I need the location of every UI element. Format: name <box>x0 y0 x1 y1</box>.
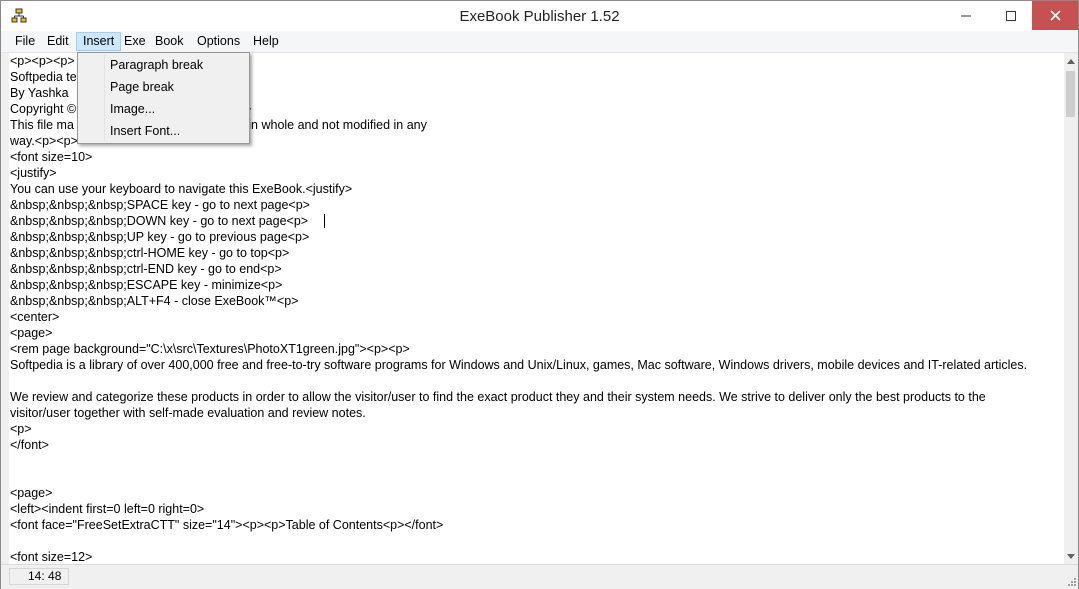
menu-file[interactable]: File <box>9 32 41 51</box>
editor-line: &nbsp;&nbsp;&nbsp;SPACE key - go to next… <box>10 198 310 212</box>
insert-paragraph-break[interactable]: Paragraph break <box>81 54 246 76</box>
insert-menu-dropdown: Paragraph break Page break Image... Inse… <box>77 52 250 144</box>
editor-line: <p> <box>10 422 32 436</box>
editor-line: <rem page background="C:\x\src\Textures\… <box>10 342 410 356</box>
editor-line: Softpedia te <box>10 70 77 84</box>
window-title: ExeBook Publisher 1.52 <box>459 8 620 25</box>
editor-line: <left><indent first=0 left=0 right=0> <box>10 502 205 516</box>
close-button[interactable] <box>1032 1 1078 30</box>
editor-line: way.<p><p> <box>10 134 78 148</box>
minimize-button[interactable] <box>943 1 988 30</box>
scroll-thumb[interactable] <box>1066 71 1075 117</box>
editor-line: <font size=12> <box>10 550 93 564</box>
editor-line: &nbsp;&nbsp;&nbsp;ALT+F4 - close ExeBook… <box>10 294 299 308</box>
menu-insert[interactable]: Insert <box>76 32 122 51</box>
text-caret <box>324 214 325 228</box>
editor-line: &nbsp;&nbsp;&nbsp;UP key - go to previou… <box>10 230 310 244</box>
maximize-button[interactable] <box>988 1 1033 30</box>
scroll-up-button[interactable] <box>1064 53 1078 69</box>
editor-line: <p><p><p> <box>10 54 75 68</box>
editor-line: </font> <box>10 438 49 452</box>
insert-page-break[interactable]: Page break <box>81 76 246 98</box>
editor-line: <page> <box>10 486 53 500</box>
insert-image[interactable]: Image... <box>81 98 246 120</box>
editor-line: By Yashka <box>10 86 69 100</box>
editor-line: <font face="FreeSetExtraCTT" size="14"><… <box>10 518 444 532</box>
editor-line: &nbsp;&nbsp;&nbsp;ctrl-END key - go to e… <box>10 262 282 276</box>
scroll-up-arrow-icon <box>1067 58 1075 64</box>
editor-line: <page> <box>10 326 53 340</box>
status-bar: 14: 48 <box>1 564 1078 589</box>
maximize-icon <box>1005 10 1016 21</box>
editor-line: &nbsp;&nbsp;&nbsp;ESCAPE key - minimize<… <box>10 278 283 292</box>
editor-line: We review and categorize these products … <box>10 390 986 404</box>
menu-edit[interactable]: Edit <box>41 32 75 51</box>
editor-line: You can use your keyboard to navigate th… <box>10 182 353 196</box>
insert-font[interactable]: Insert Font... <box>81 120 246 142</box>
title-bar[interactable]: ExeBook Publisher 1.52 <box>1 1 1078 31</box>
menu-help[interactable]: Help <box>247 32 285 51</box>
minimize-icon <box>960 15 971 16</box>
editor-line: <font size=10> <box>10 150 93 164</box>
size-grip-icon[interactable] <box>1066 576 1077 587</box>
editor-line: Softpedia is a library of over 400,000 f… <box>10 358 1028 372</box>
editor-line: <center> <box>10 310 60 324</box>
scroll-down-arrow-icon <box>1067 553 1075 559</box>
menu-exe[interactable]: Exe <box>118 32 152 51</box>
editor-line: &nbsp;&nbsp;&nbsp;DOWN key - go to next … <box>10 214 309 228</box>
close-icon <box>1049 10 1061 21</box>
menu-bar: File Edit Insert Exe Book Options Help <box>1 31 1078 53</box>
app-window: ExeBook Publisher 1.52 File Edit Insert … <box>0 0 1079 589</box>
scroll-down-button[interactable] <box>1064 548 1078 564</box>
editor-line: &nbsp;&nbsp;&nbsp;ctrl-HOME key - go to … <box>10 246 290 260</box>
menu-book[interactable]: Book <box>149 32 190 51</box>
editor-line: visitor/user together with self-made eva… <box>10 406 366 420</box>
editor-line: <justify> <box>10 166 57 180</box>
menu-options[interactable]: Options <box>191 32 246 51</box>
vertical-scrollbar[interactable] <box>1064 53 1078 564</box>
cursor-position: 14: 48 <box>9 568 69 585</box>
